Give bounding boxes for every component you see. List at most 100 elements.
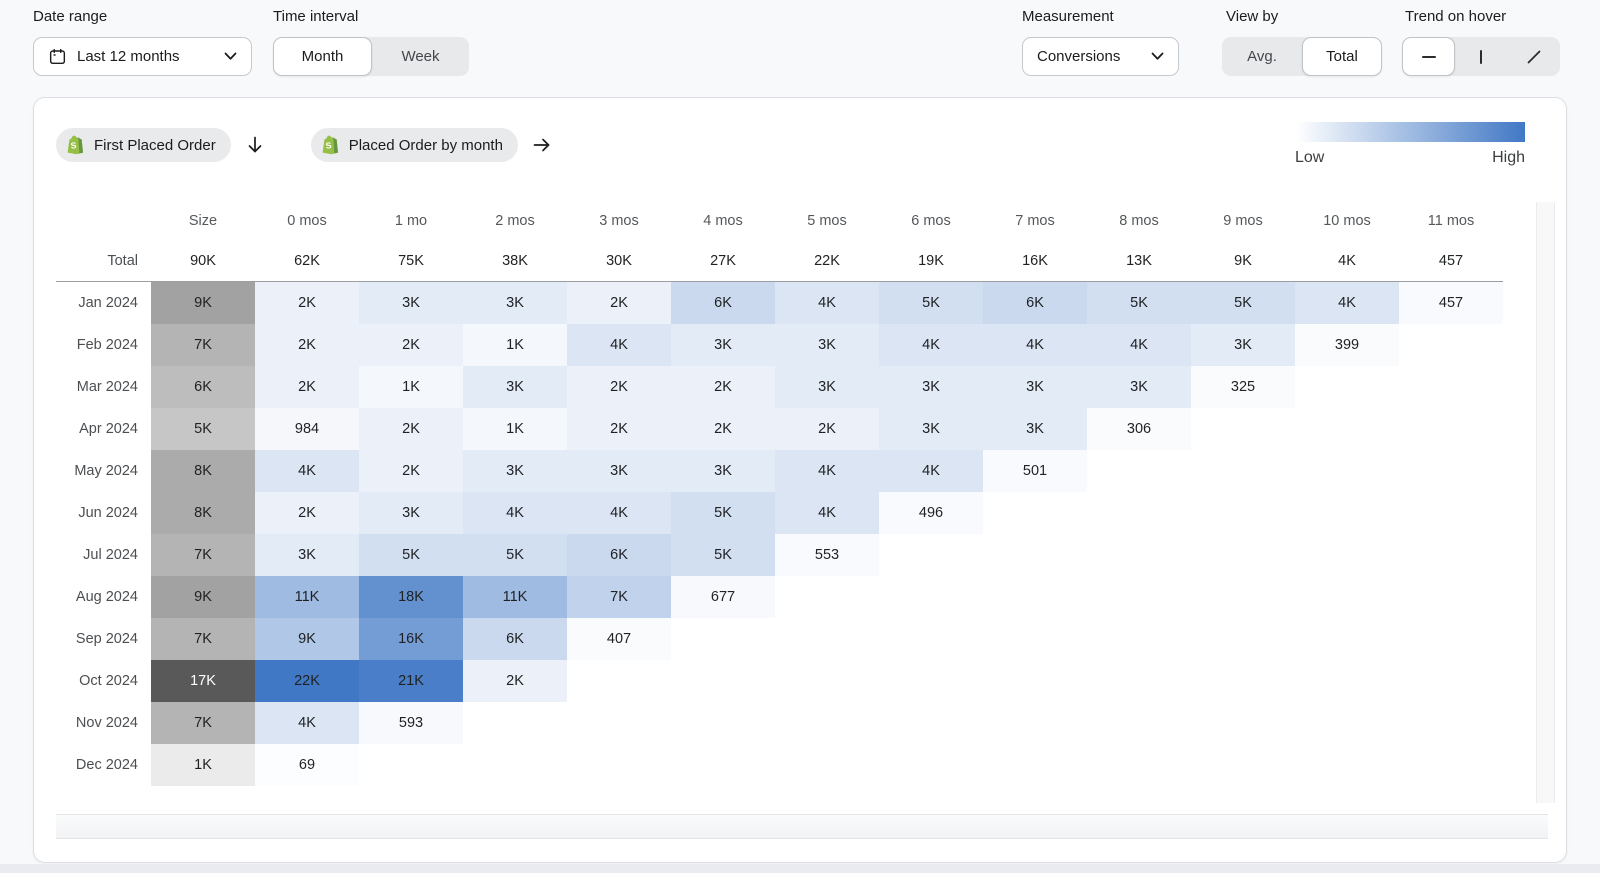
heatmap-cell[interactable]: 2K xyxy=(775,408,879,450)
heatmap-cell[interactable]: 1K xyxy=(359,366,463,408)
heatmap-cell[interactable]: 3K xyxy=(775,366,879,408)
heatmap-cell[interactable]: 399 xyxy=(1295,324,1399,366)
heatmap-cell[interactable]: 4K xyxy=(567,324,671,366)
heatmap-cell[interactable]: 6K xyxy=(671,282,775,324)
heatmap-cell[interactable]: 4K xyxy=(463,492,567,534)
heatmap-cell[interactable]: 5K xyxy=(463,534,567,576)
heatmap-cell[interactable]: 4K xyxy=(775,450,879,492)
heatmap-cell[interactable]: 2K xyxy=(255,492,359,534)
heatmap-cell[interactable]: 4K xyxy=(255,450,359,492)
cohort-size-cell[interactable]: 7K xyxy=(151,702,255,744)
cohort-size-cell[interactable]: 8K xyxy=(151,492,255,534)
heatmap-cell[interactable]: 4K xyxy=(567,492,671,534)
heatmap-cell[interactable]: 7K xyxy=(567,576,671,618)
heatmap-cell[interactable]: 4K xyxy=(879,324,983,366)
heatmap-cell[interactable]: 325 xyxy=(1191,366,1295,408)
measurement-dropdown[interactable]: Conversions xyxy=(1022,37,1179,76)
heatmap-cell[interactable]: 553 xyxy=(775,534,879,576)
heatmap-cell[interactable]: 3K xyxy=(775,324,879,366)
heatmap-cell[interactable]: 6K xyxy=(463,618,567,660)
cohort-size-cell[interactable]: 1K xyxy=(151,744,255,786)
heatmap-cell[interactable]: 6K xyxy=(983,282,1087,324)
heatmap-cell[interactable]: 5K xyxy=(879,282,983,324)
heatmap-cell[interactable]: 1K xyxy=(463,324,567,366)
heatmap-cell[interactable]: 3K xyxy=(1191,324,1295,366)
tab-avg[interactable]: Avg. xyxy=(1222,37,1302,76)
heatmap-cell[interactable]: 22K xyxy=(255,660,359,702)
cohort-size-cell[interactable]: 7K xyxy=(151,618,255,660)
heatmap-cell[interactable]: 6K xyxy=(567,534,671,576)
cohort-size-cell[interactable]: 6K xyxy=(151,366,255,408)
heatmap-cell[interactable]: 3K xyxy=(463,450,567,492)
heatmap-cell[interactable]: 5K xyxy=(671,492,775,534)
heatmap-cell[interactable]: 69 xyxy=(255,744,359,786)
cohort-size-cell[interactable]: 7K xyxy=(151,534,255,576)
heatmap-cell[interactable]: 3K xyxy=(359,282,463,324)
heatmap-cell[interactable]: 3K xyxy=(359,492,463,534)
tab-month[interactable]: Month xyxy=(273,37,372,76)
trend-diagonal-line-button[interactable] xyxy=(1507,37,1560,76)
cohort-size-cell[interactable]: 9K xyxy=(151,282,255,324)
trend-vertical-line-button[interactable] xyxy=(1455,37,1507,76)
heatmap-cell[interactable]: 5K xyxy=(359,534,463,576)
heatmap-cell[interactable]: 5K xyxy=(1087,282,1191,324)
heatmap-cell[interactable]: 11K xyxy=(463,576,567,618)
heatmap-cell[interactable]: 457 xyxy=(1399,282,1503,324)
heatmap-cell[interactable]: 501 xyxy=(983,450,1087,492)
heatmap-cell[interactable]: 11K xyxy=(255,576,359,618)
heatmap-cell[interactable]: 593 xyxy=(359,702,463,744)
cohort-size-cell[interactable]: 8K xyxy=(151,450,255,492)
heatmap-cell[interactable]: 4K xyxy=(775,492,879,534)
heatmap-cell[interactable]: 3K xyxy=(671,324,775,366)
heatmap-cell[interactable]: 3K xyxy=(567,450,671,492)
heatmap-cell[interactable]: 1K xyxy=(463,408,567,450)
heatmap-cell[interactable]: 5K xyxy=(671,534,775,576)
heatmap-cell[interactable]: 2K xyxy=(359,408,463,450)
heatmap-cell[interactable]: 4K xyxy=(775,282,879,324)
heatmap-cell[interactable]: 4K xyxy=(255,702,359,744)
tab-week[interactable]: Week xyxy=(372,37,469,76)
heatmap-cell[interactable]: 984 xyxy=(255,408,359,450)
cohort-size-cell[interactable]: 9K xyxy=(151,576,255,618)
heatmap-cell[interactable]: 18K xyxy=(359,576,463,618)
tab-total[interactable]: Total xyxy=(1302,37,1382,76)
heatmap-cell[interactable]: 2K xyxy=(567,408,671,450)
first-event-chip[interactable]: S First Placed Order xyxy=(56,128,231,162)
heatmap-cell[interactable]: 2K xyxy=(359,450,463,492)
heatmap-cell[interactable]: 2K xyxy=(671,366,775,408)
heatmap-cell[interactable]: 2K xyxy=(567,282,671,324)
cohort-size-cell[interactable]: 17K xyxy=(151,660,255,702)
heatmap-cell[interactable]: 2K xyxy=(255,282,359,324)
heatmap-cell[interactable]: 2K xyxy=(359,324,463,366)
heatmap-cell[interactable]: 2K xyxy=(671,408,775,450)
heatmap-cell[interactable]: 4K xyxy=(879,450,983,492)
heatmap-cell[interactable]: 2K xyxy=(567,366,671,408)
heatmap-cell[interactable]: 3K xyxy=(671,450,775,492)
cohort-size-cell[interactable]: 5K xyxy=(151,408,255,450)
heatmap-cell[interactable]: 4K xyxy=(1087,324,1191,366)
heatmap-cell[interactable]: 3K xyxy=(983,366,1087,408)
heatmap-cell[interactable]: 4K xyxy=(983,324,1087,366)
cohort-size-cell[interactable]: 7K xyxy=(151,324,255,366)
heatmap-cell[interactable]: 3K xyxy=(255,534,359,576)
horizontal-scrollbar[interactable] xyxy=(56,814,1548,839)
heatmap-cell[interactable]: 3K xyxy=(879,366,983,408)
date-range-dropdown[interactable]: Last 12 months xyxy=(33,37,252,76)
heatmap-cell[interactable]: 407 xyxy=(567,618,671,660)
heatmap-cell[interactable]: 677 xyxy=(671,576,775,618)
heatmap-cell[interactable]: 2K xyxy=(463,660,567,702)
heatmap-cell[interactable]: 3K xyxy=(463,366,567,408)
heatmap-cell[interactable]: 3K xyxy=(983,408,1087,450)
heatmap-cell[interactable]: 5K xyxy=(1191,282,1295,324)
heatmap-cell[interactable]: 2K xyxy=(255,366,359,408)
heatmap-cell[interactable]: 2K xyxy=(255,324,359,366)
trend-horizontal-line-button[interactable] xyxy=(1402,37,1455,76)
heatmap-cell[interactable]: 3K xyxy=(879,408,983,450)
heatmap-cell[interactable]: 496 xyxy=(879,492,983,534)
return-event-chip[interactable]: S Placed Order by month xyxy=(311,128,518,162)
heatmap-cell[interactable]: 3K xyxy=(1087,366,1191,408)
heatmap-cell[interactable]: 9K xyxy=(255,618,359,660)
vertical-scrollbar[interactable] xyxy=(1536,202,1555,803)
heatmap-cell[interactable]: 16K xyxy=(359,618,463,660)
heatmap-cell[interactable]: 21K xyxy=(359,660,463,702)
